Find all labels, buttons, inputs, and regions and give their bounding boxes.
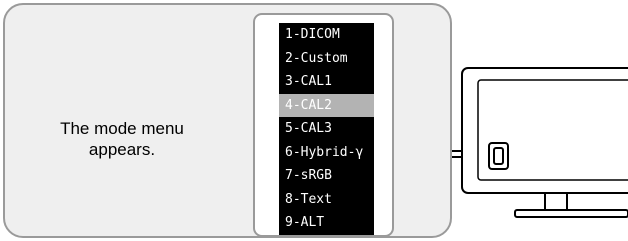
mode-button-icon[interactable]: [488, 142, 509, 170]
monitor-stand-neck: [544, 192, 568, 212]
monitor-stand-base: [514, 209, 628, 218]
monitor-illustration: [461, 67, 628, 218]
